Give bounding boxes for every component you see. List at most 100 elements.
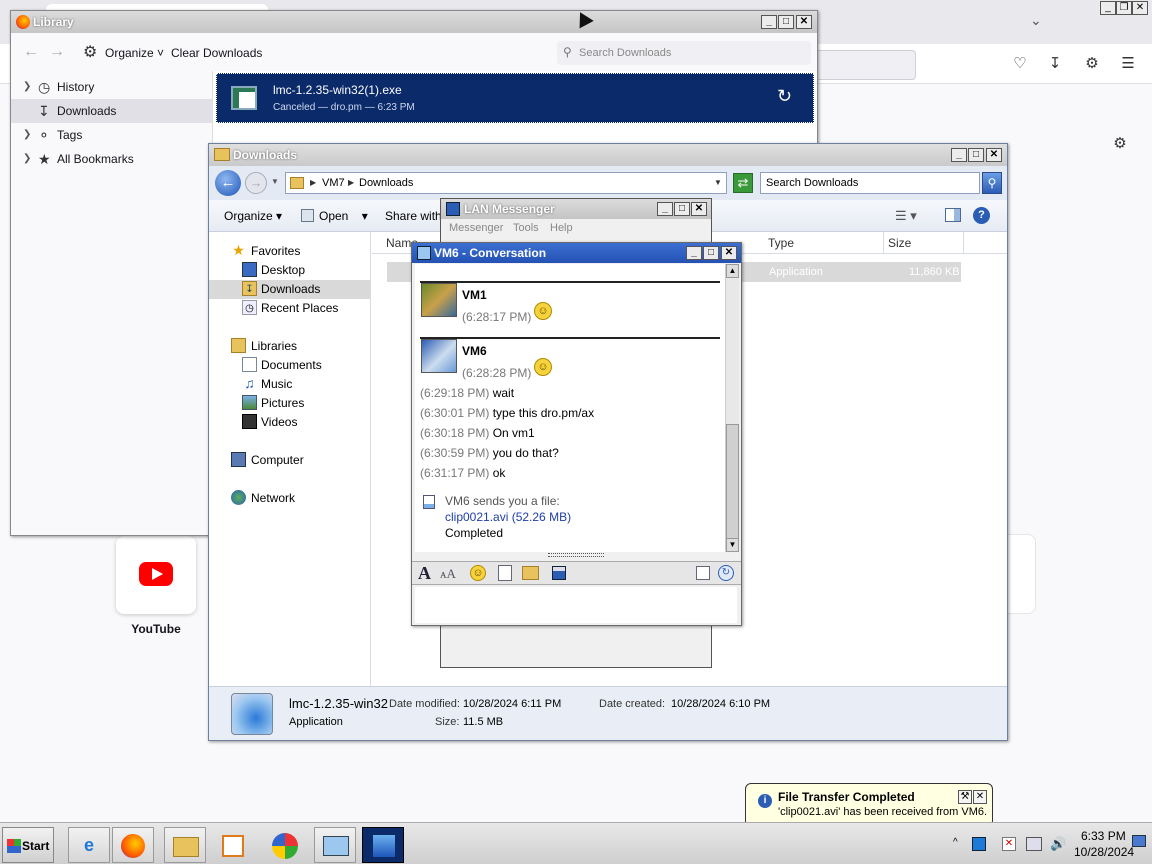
taskbar-lan-messenger-button[interactable] bbox=[362, 827, 404, 863]
volume-muted-icon[interactable]: 🔊 bbox=[1050, 836, 1066, 852]
forward-arrow-icon[interactable]: → bbox=[49, 43, 65, 61]
notification-balloon[interactable]: i File Transfer Completed 'clip0021.avi'… bbox=[745, 783, 993, 827]
taskbar-media-button[interactable] bbox=[212, 827, 254, 863]
start-button[interactable]: Start bbox=[2, 827, 54, 863]
library-minimize-button[interactable]: _ bbox=[761, 15, 777, 29]
forward-arrow-icon[interactable]: → bbox=[245, 172, 267, 194]
nav-libraries[interactable]: Libraries bbox=[209, 337, 370, 356]
font-icon[interactable]: A bbox=[418, 563, 431, 584]
explorer-maximize-button[interactable]: □ bbox=[968, 148, 984, 162]
sidebar-item-all-bookmarks[interactable]: ❯ ★ All Bookmarks bbox=[11, 147, 212, 171]
menu-help[interactable]: Help bbox=[550, 222, 573, 234]
taskbar-ie-button[interactable]: e bbox=[68, 827, 110, 863]
network-tray-icon[interactable] bbox=[1026, 837, 1042, 851]
recent-dropdown-icon[interactable]: ▼ bbox=[271, 177, 279, 186]
settings-icon[interactable]: ⚙ bbox=[1110, 134, 1130, 154]
explorer-minimize-button[interactable]: _ bbox=[951, 148, 967, 162]
lan-minimize-button[interactable]: _ bbox=[657, 202, 673, 216]
taskbar-lan-button[interactable] bbox=[314, 827, 356, 863]
lan-tray-icon[interactable] bbox=[972, 837, 986, 851]
firefox-restore-button[interactable]: ❐ bbox=[1116, 1, 1132, 15]
chevron-down-icon[interactable]: ▼ bbox=[714, 178, 722, 187]
nav-network[interactable]: Network bbox=[209, 489, 370, 508]
send-file-icon[interactable] bbox=[498, 565, 512, 581]
firefox-close-button[interactable]: ✕ bbox=[1132, 1, 1148, 15]
font-color-icon[interactable]: ᴀA bbox=[440, 566, 456, 582]
nav-pictures[interactable]: Pictures bbox=[209, 394, 370, 413]
conversation-maximize-button[interactable]: □ bbox=[703, 246, 719, 260]
clock-date[interactable]: 10/28/2024 bbox=[1074, 845, 1134, 859]
retry-icon[interactable]: ↻ bbox=[777, 86, 792, 107]
back-arrow-icon[interactable]: ← bbox=[215, 170, 241, 196]
sidebar-item-downloads[interactable]: ↧ Downloads bbox=[11, 99, 212, 123]
scroll-thumb[interactable] bbox=[726, 424, 739, 540]
taskbar-firefox-button[interactable] bbox=[112, 827, 154, 863]
download-icon[interactable]: ↧ bbox=[1045, 54, 1065, 74]
menu-tools[interactable]: Tools bbox=[513, 222, 539, 234]
download-item[interactable]: lmc-1.2.35-win32(1).exe Canceled — dro.p… bbox=[216, 73, 814, 123]
save-icon[interactable] bbox=[552, 566, 566, 580]
history-icon[interactable] bbox=[696, 566, 710, 580]
breadcrumb-downloads[interactable]: Downloads bbox=[359, 177, 413, 189]
splitter-grip[interactable] bbox=[548, 553, 604, 557]
pocket-icon[interactable]: ♡ bbox=[1010, 54, 1030, 74]
emoticon-icon[interactable]: ☺ bbox=[470, 565, 486, 581]
sidebar-item-history[interactable]: ❯ ◷ History bbox=[11, 75, 212, 99]
conversation-minimize-button[interactable]: _ bbox=[686, 246, 702, 260]
library-close-button[interactable]: ✕ bbox=[796, 15, 812, 29]
conversation-scrollbar[interactable]: ▲ ▼ bbox=[725, 264, 739, 552]
sidebar-item-tags[interactable]: ❯ ⚬ Tags bbox=[11, 123, 212, 147]
clock-time[interactable]: 6:33 PM bbox=[1081, 829, 1126, 843]
expand-icon[interactable]: ❯ bbox=[23, 75, 31, 99]
notification-options-icon[interactable]: ⚒ bbox=[958, 790, 972, 804]
nav-favorites[interactable]: ★ Favorites bbox=[209, 242, 370, 261]
view-options-icon[interactable]: ☰ ▾ bbox=[895, 208, 917, 224]
breadcrumb-vm7[interactable]: VM7 bbox=[322, 177, 345, 189]
library-maximize-button[interactable]: □ bbox=[778, 15, 794, 29]
explorer-share-button[interactable]: Share with bbox=[385, 209, 442, 223]
menu-icon[interactable]: ☰ bbox=[1118, 54, 1138, 74]
organize-button[interactable]: Organize ˅ bbox=[105, 46, 164, 60]
nav-documents[interactable]: Documents bbox=[209, 356, 370, 375]
conversation-close-button[interactable]: ✕ bbox=[721, 246, 737, 260]
firefox-minimize-button[interactable]: _ bbox=[1100, 1, 1116, 15]
transfers-icon[interactable]: ↻ bbox=[718, 565, 734, 581]
tab-list-chevron-icon[interactable]: ⌄ bbox=[1030, 12, 1042, 29]
explorer-close-button[interactable]: ✕ bbox=[986, 148, 1002, 162]
lan-close-button[interactable]: ✕ bbox=[691, 202, 707, 216]
notification-close-icon[interactable]: ✕ bbox=[973, 790, 987, 804]
chevron-right-icon[interactable]: ▶ bbox=[348, 178, 354, 187]
address-bar[interactable]: ▶ VM7 ▶ Downloads ▼ bbox=[285, 172, 727, 194]
help-icon[interactable]: ? bbox=[973, 207, 990, 224]
show-hidden-icons-icon[interactable]: ^ bbox=[953, 837, 958, 848]
chevron-right-icon[interactable]: ▶ bbox=[310, 178, 316, 187]
column-type[interactable]: Type bbox=[764, 232, 884, 254]
message-input[interactable] bbox=[415, 587, 737, 623]
library-search-box[interactable]: ⚲ Search Downloads bbox=[557, 41, 811, 65]
nav-computer[interactable]: Computer bbox=[209, 451, 370, 470]
extensions-icon[interactable]: ⚙ bbox=[1082, 54, 1102, 74]
expand-icon[interactable]: ❯ bbox=[23, 123, 31, 147]
explorer-open-button[interactable]: Open ▾ bbox=[319, 209, 368, 223]
preview-pane-icon[interactable] bbox=[945, 208, 961, 222]
scroll-down-icon[interactable]: ▼ bbox=[726, 538, 739, 552]
lan-maximize-button[interactable]: □ bbox=[674, 202, 690, 216]
explorer-organize-button[interactable]: Organize ▾ bbox=[224, 209, 282, 223]
menu-messenger[interactable]: Messenger bbox=[449, 222, 503, 234]
refresh-icon[interactable]: ⇄ bbox=[733, 173, 753, 193]
file-transfer-link[interactable]: clip0021.avi (52.26 MB) bbox=[445, 510, 571, 524]
action-center-icon[interactable]: ✕ bbox=[1002, 837, 1016, 851]
show-desktop-icon[interactable] bbox=[1132, 835, 1146, 847]
send-folder-icon[interactable] bbox=[522, 566, 539, 580]
scroll-up-icon[interactable]: ▲ bbox=[726, 264, 739, 278]
nav-music[interactable]: ♫ Music bbox=[209, 375, 370, 394]
nav-videos[interactable]: Videos bbox=[209, 413, 370, 432]
taskbar-explorer-button[interactable] bbox=[164, 827, 206, 863]
nav-desktop[interactable]: Desktop bbox=[209, 261, 370, 280]
clear-downloads-button[interactable]: Clear Downloads bbox=[171, 46, 262, 60]
nav-downloads[interactable]: ↧ Downloads bbox=[209, 280, 370, 299]
taskbar-windows-button[interactable] bbox=[264, 827, 306, 863]
back-arrow-icon[interactable]: ← bbox=[23, 43, 39, 61]
search-icon[interactable]: ⚲ bbox=[982, 172, 1002, 194]
expand-icon[interactable]: ❯ bbox=[23, 147, 31, 171]
